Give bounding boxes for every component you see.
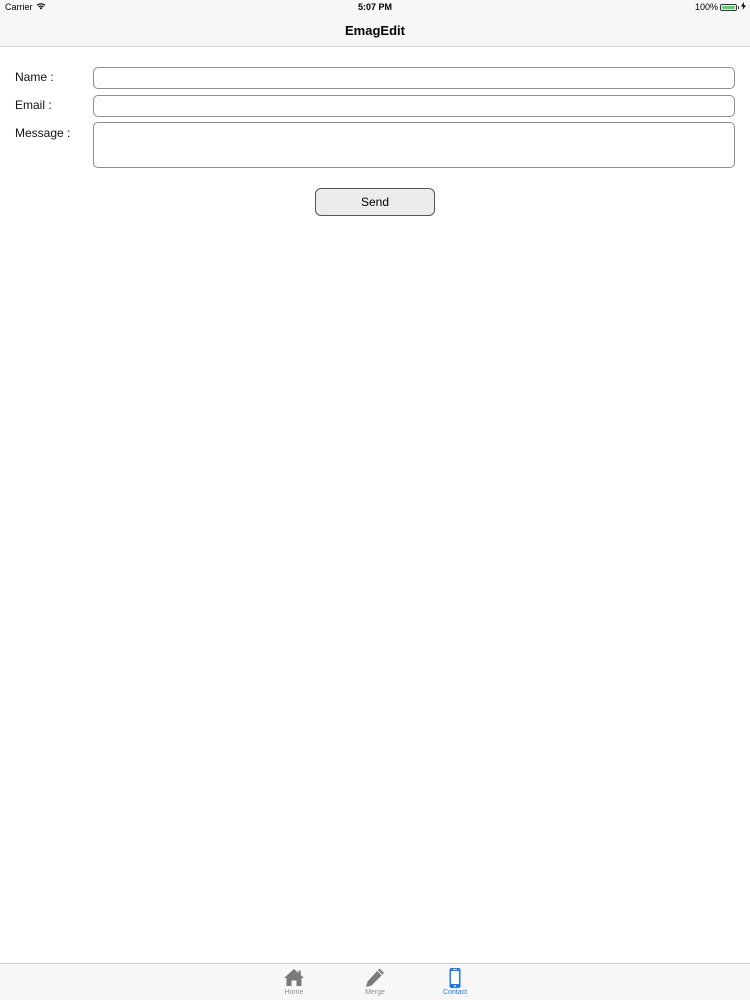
tab-contact[interactable]: Contact [425, 964, 485, 1000]
tab-home[interactable]: Home [264, 964, 324, 1000]
charging-bolt-icon [741, 0, 746, 15]
navigation-bar: EmagEdit [0, 15, 750, 47]
phone-icon [448, 967, 462, 988]
status-right: 100% [695, 0, 746, 15]
tab-merge[interactable]: Merge [345, 964, 405, 1000]
pencil-icon [364, 967, 386, 988]
tab-label: Merge [365, 989, 385, 996]
send-button[interactable]: Send [315, 188, 435, 216]
message-field[interactable] [93, 122, 735, 168]
battery-tip [738, 6, 739, 9]
message-label: Message : [15, 126, 71, 140]
clock: 5:07 PM [357, 2, 392, 12]
page-title: EmagEdit [345, 23, 405, 38]
email-label: Email : [15, 98, 52, 112]
battery-icon [720, 4, 737, 11]
name-label: Name : [15, 70, 54, 84]
tab-label: Contact [442, 989, 468, 996]
tab-label: Home [284, 989, 304, 996]
email-field[interactable] [93, 95, 735, 117]
name-field[interactable] [93, 67, 735, 89]
tab-bar: Home Merge Contact [0, 963, 750, 1000]
battery-fill [722, 6, 735, 9]
status-bar: Carrier 5:07 PM 100% [0, 0, 750, 15]
app-screen: Carrier 5:07 PM 100% EmagEdit Name: Ema… [0, 0, 750, 1000]
battery-percent: 100% [694, 2, 718, 12]
home-icon [283, 967, 305, 988]
